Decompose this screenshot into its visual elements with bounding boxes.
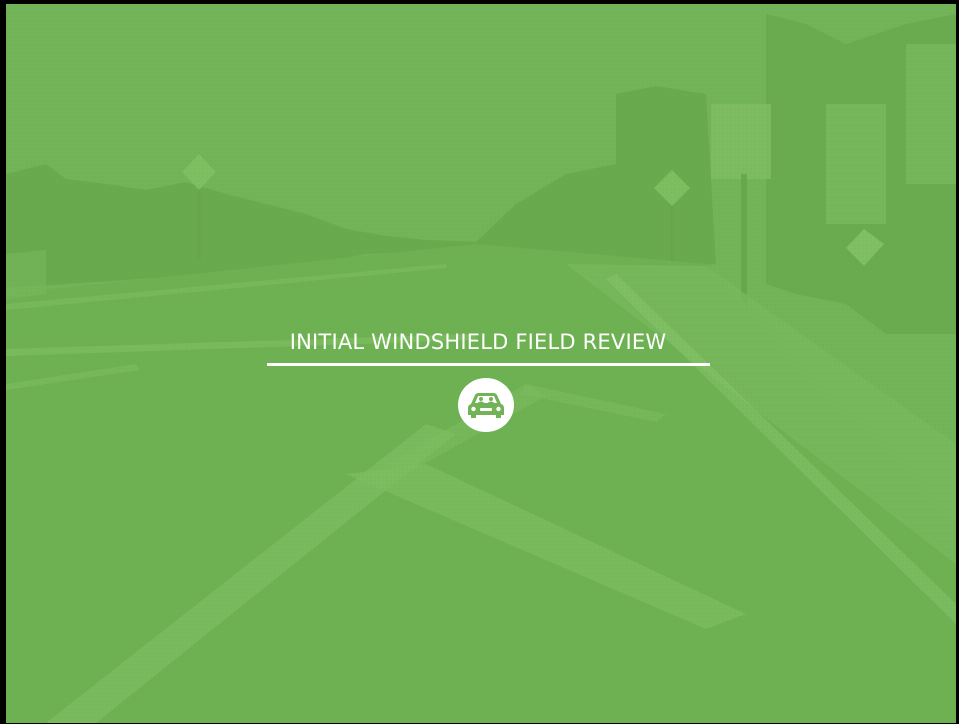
- title-underline: [267, 363, 710, 366]
- slide-title: INITIAL WINDSHIELD FIELD REVIEW: [289, 330, 667, 354]
- car-badge: [458, 378, 514, 432]
- car-icon: [468, 393, 504, 418]
- slide: INITIAL WINDSHIELD FIELD REVIEW: [6, 4, 956, 723]
- title-block: INITIAL WINDSHIELD FIELD REVIEW: [240, 328, 716, 356]
